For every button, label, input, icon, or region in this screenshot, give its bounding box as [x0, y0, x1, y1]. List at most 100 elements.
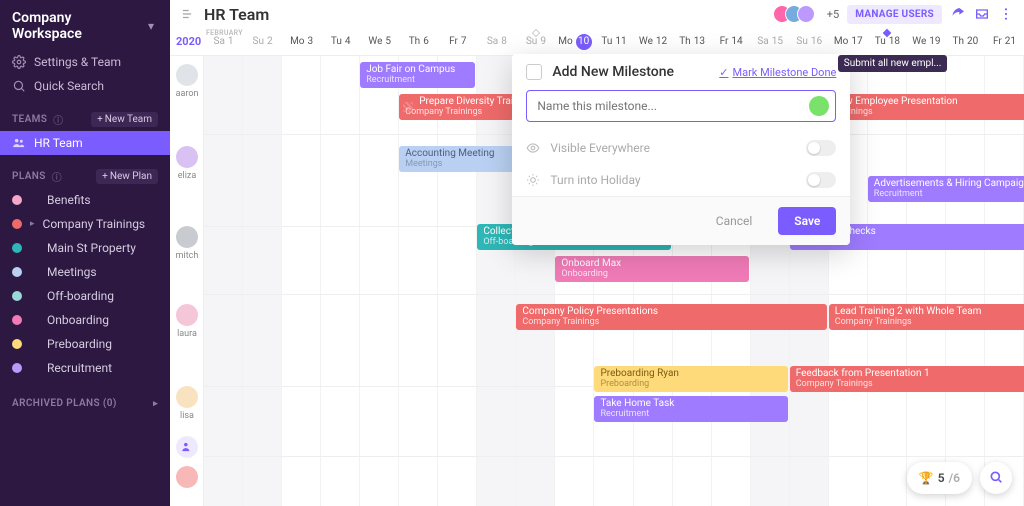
day-19[interactable]: We19: [907, 28, 946, 55]
cancel-button[interactable]: Cancel: [700, 207, 769, 235]
visible-toggle[interactable]: [806, 140, 836, 156]
sidebar-team-hr-team[interactable]: HR Team: [0, 131, 170, 155]
row-separator: [204, 294, 1024, 295]
sidebar-plan-company-trainings[interactable]: ▸Company Trainings: [0, 212, 170, 236]
task-bar[interactable]: Lead Training 2 with Whole TeamCompany T…: [829, 304, 1024, 330]
sidebar-plan-onboarding[interactable]: Onboarding: [0, 308, 170, 332]
day-11[interactable]: Tu11: [594, 28, 633, 55]
day-16[interactable]: Su16: [790, 28, 829, 55]
day-4[interactable]: Tu4: [321, 28, 360, 55]
avatar-overflow[interactable]: +5: [827, 8, 839, 21]
search-label: Quick Search: [34, 78, 104, 94]
day-6[interactable]: Th6: [399, 28, 438, 55]
person-mitch[interactable]: mitch: [170, 226, 204, 261]
task-plan: Recruitment: [366, 75, 469, 86]
task-plan: Recruitment: [874, 189, 1024, 200]
milestone-checkbox[interactable]: [526, 64, 542, 80]
more-icon[interactable]: [998, 6, 1014, 22]
people-icon: [12, 136, 26, 150]
share-icon[interactable]: [950, 6, 966, 22]
day-10[interactable]: Mo10: [555, 28, 594, 55]
sidebar-plan-benefits[interactable]: Benefits: [0, 188, 170, 212]
visible-label: Visible Everywhere: [550, 141, 650, 155]
day-13[interactable]: Th13: [673, 28, 712, 55]
save-button[interactable]: Save: [778, 207, 836, 235]
archived-heading[interactable]: ARCHIVED PLANS (0): [12, 398, 117, 409]
task-plan: Onboarding: [561, 269, 742, 280]
chevron-right-icon[interactable]: ▸: [153, 399, 158, 409]
holiday-toggle[interactable]: [806, 172, 836, 188]
task-title: Company Policy Presentations: [522, 306, 820, 317]
info-icon[interactable]: ⓘ: [51, 113, 65, 127]
manage-users-button[interactable]: MANAGE USERS: [847, 5, 942, 24]
help-icon: [988, 469, 1004, 488]
day-7[interactable]: Fr7: [438, 28, 477, 55]
task-plan: Meetings: [405, 159, 508, 170]
grid-column: [438, 56, 477, 506]
task-bar[interactable]: Company Policy PresentationsCompany Trai…: [516, 304, 826, 330]
task-title: Accounting Meeting: [405, 148, 508, 159]
person-laura[interactable]: laura: [170, 304, 204, 339]
task-bar[interactable]: Take Home TaskRecruitment: [594, 396, 787, 422]
task-bar[interactable]: Preboarding RyanPreboarding: [594, 366, 787, 392]
grid-column: [399, 56, 438, 506]
settings-link[interactable]: Settings & Team: [0, 50, 170, 74]
person[interactable]: [170, 466, 204, 488]
task-plan: Company Trainings: [796, 379, 1024, 390]
task-bar[interactable]: Prepare Diversity TrainingCompany Traini…: [399, 94, 514, 120]
new-plan-button[interactable]: + New Plan: [96, 169, 158, 184]
person-name: aaron: [176, 89, 199, 99]
sidebar-plan-main-st-property[interactable]: Main St Property: [0, 236, 170, 260]
task-bar[interactable]: Advertisements & Hiring CampaignRecruitm…: [868, 176, 1024, 202]
help-fab[interactable]: [980, 462, 1012, 494]
info-icon[interactable]: ⓘ: [50, 170, 64, 184]
task-title: Advertisements & Hiring Campaign: [874, 178, 1024, 189]
chevron-down-icon[interactable]: ▾: [144, 19, 158, 33]
gear-icon: [12, 55, 26, 69]
menu-icon[interactable]: [180, 7, 194, 21]
plans-heading: PLANS: [12, 171, 46, 182]
plan-label: Preboarding: [47, 337, 112, 351]
day-3[interactable]: Mo3: [282, 28, 321, 55]
day-21[interactable]: Fr21: [985, 28, 1024, 55]
day-17[interactable]: Mo17: [829, 28, 868, 55]
task-bar[interactable]: Feedback from Presentation 1Company Trai…: [790, 366, 1024, 392]
sidebar-plan-off-boarding[interactable]: Off-boarding: [0, 284, 170, 308]
sidebar-plan-preboarding[interactable]: Preboarding: [0, 332, 170, 356]
sidebar-plan-meetings[interactable]: Meetings: [0, 260, 170, 284]
avatar-stack[interactable]: [779, 5, 815, 23]
score-fab[interactable]: 🏆 5/6: [907, 462, 972, 494]
inbox-icon[interactable]: [974, 6, 990, 22]
task-bar[interactable]: Accounting MeetingMeetings: [399, 146, 514, 172]
day-12[interactable]: We12: [634, 28, 673, 55]
new-team-button[interactable]: + New Team: [91, 112, 158, 127]
grid-column: [868, 56, 907, 506]
milestone-popover: Add New Milestone ✓ Mark Milestone Done …: [512, 54, 850, 245]
person-name: eliza: [178, 171, 197, 181]
person-lisa[interactable]: lisa: [170, 386, 204, 421]
day-15[interactable]: Sa15: [751, 28, 790, 55]
person-eliza[interactable]: eliza: [170, 146, 204, 181]
sun-icon: [526, 173, 540, 187]
day-8[interactable]: Sa8: [477, 28, 516, 55]
plan-color-swatch: [12, 291, 22, 301]
day-18[interactable]: Tu18: [868, 28, 907, 55]
avatar: [176, 226, 198, 248]
day-14[interactable]: Fr14: [712, 28, 751, 55]
day-20[interactable]: Th20: [946, 28, 985, 55]
day-1[interactable]: FEBRUARYSa1: [204, 28, 243, 55]
search-link[interactable]: Quick Search: [0, 74, 170, 98]
grid-column: [321, 56, 360, 506]
sidebar-plan-recruitment[interactable]: Recruitment: [0, 356, 170, 380]
milestone-name-input[interactable]: [537, 99, 801, 113]
day-5[interactable]: We5: [360, 28, 399, 55]
task-bar[interactable]: Job Fair on CampusRecruitment: [360, 62, 475, 88]
day-2[interactable]: Su2: [243, 28, 282, 55]
task-title: Feedback from Presentation 1: [796, 368, 1024, 379]
mark-done-link[interactable]: ✓ Mark Milestone Done: [719, 66, 836, 79]
day-9[interactable]: Su9: [516, 28, 555, 55]
task-bar[interactable]: Onboard MaxOnboarding: [555, 256, 748, 282]
person-aaron[interactable]: aaron: [170, 64, 204, 99]
color-picker-dot[interactable]: [809, 96, 829, 116]
add-person-button[interactable]: [176, 436, 198, 458]
